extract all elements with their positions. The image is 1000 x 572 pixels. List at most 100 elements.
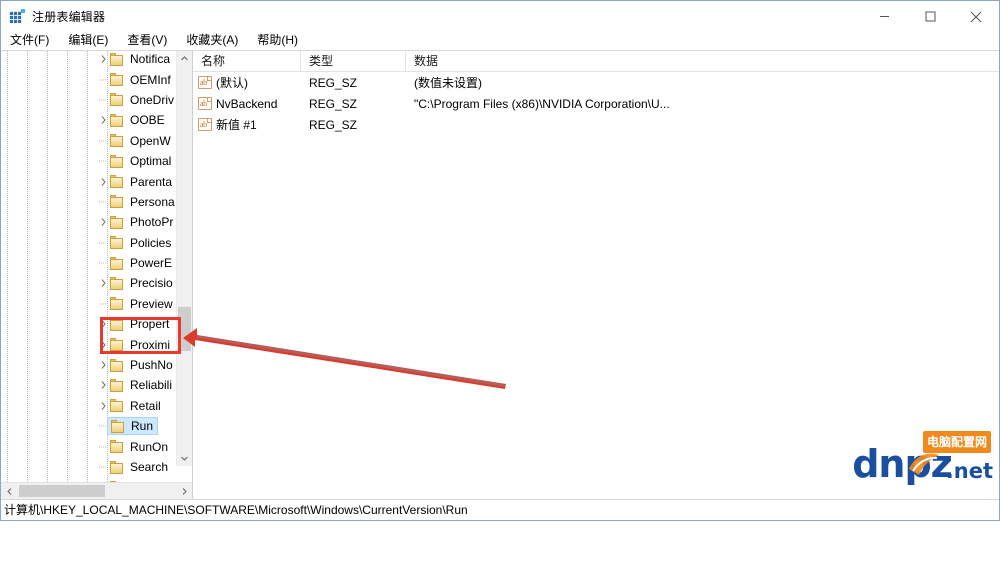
folder-icon — [110, 440, 125, 454]
tree-item-content: PowerE — [107, 255, 176, 271]
chevron-up-icon[interactable] — [177, 51, 192, 66]
tree-item-label: RunOn — [130, 439, 169, 454]
tree-item[interactable]: OOBE — [1, 110, 177, 130]
folder-icon — [110, 52, 125, 66]
table-row[interactable]: ab NvBackend REG_SZ "C:\Program Files (x86)… — [193, 93, 999, 114]
tree-item[interactable]: RunOn — [1, 436, 177, 456]
tree-item[interactable]: Notifica — [1, 51, 177, 69]
chevron-left-icon[interactable] — [1, 483, 17, 499]
tree-item-label: Reliabili — [130, 378, 173, 393]
tree-item-content: RunOn — [107, 439, 172, 455]
menu-file[interactable]: 文件(F) — [10, 33, 49, 47]
column-header-data[interactable]: 数据 — [406, 51, 999, 71]
tree-vertical-scrollbar[interactable] — [176, 51, 192, 466]
status-bar: 计算机\HKEY_LOCAL_MACHINE\SOFTWARE\Microsof… — [1, 499, 999, 520]
tree-item[interactable]: Parenta — [1, 171, 177, 191]
folder-icon — [111, 419, 126, 433]
tree-item[interactable]: Propert — [1, 314, 177, 334]
tree-item-content: PhotoPr — [107, 214, 177, 230]
tree-item-content: Run — [107, 417, 159, 436]
folder-icon — [110, 256, 125, 270]
menu-view[interactable]: 查看(V) — [127, 33, 167, 47]
tree-item[interactable]: OneDriv — [1, 90, 177, 110]
folder-icon — [110, 276, 125, 290]
value-name-cell: ab 新值 #1 — [193, 116, 301, 133]
column-header-name[interactable]: 名称 — [193, 51, 301, 71]
tree-item[interactable]: OEMInf — [1, 69, 177, 89]
tree-item-label: Preview — [130, 296, 173, 311]
value-type: REG_SZ — [309, 75, 358, 90]
tree-item[interactable]: Optimal — [1, 151, 177, 171]
tree-item-label: OpenW — [130, 133, 171, 148]
table-row[interactable]: ab 新值 #1 REG_SZ — [193, 114, 999, 135]
window-controls — [861, 1, 999, 32]
folder-icon — [110, 338, 125, 352]
menu-bar: 文件(F) 编辑(E) 查看(V) 收藏夹(A) 帮助(H) — [1, 33, 999, 50]
tree-item-label: Policies — [130, 235, 172, 250]
table-row[interactable]: ab (默认) REG_SZ (数值未设置) — [193, 72, 999, 93]
tree-viewport[interactable]: Notifica OEMInf OneDriv OOBE OpenW Optimal Par… — [1, 51, 192, 482]
string-value-icon: ab — [198, 118, 212, 131]
status-path: 计算机\HKEY_LOCAL_MACHINE\SOFTWARE\Microsof… — [4, 503, 468, 517]
folder-icon — [110, 113, 125, 127]
tree-item-label: Persona — [130, 194, 175, 209]
tree-item-content: Reliabili — [107, 377, 176, 393]
column-header-type[interactable]: 类型 — [301, 51, 406, 71]
tree-item-label: Run — [131, 419, 154, 434]
folder-icon — [110, 358, 125, 372]
folder-icon — [110, 154, 125, 168]
tree-item-label: Parenta — [130, 174, 173, 189]
tree-hscroll-thumb[interactable] — [19, 485, 105, 497]
tree-item-label: Propert — [130, 317, 170, 332]
folder-icon — [110, 399, 125, 413]
menu-help[interactable]: 帮助(H) — [257, 33, 298, 47]
tree-item-content: OneDriv — [107, 92, 178, 108]
value-name: NvBackend — [216, 96, 278, 111]
tree-scrollbar-thumb[interactable] — [178, 307, 191, 351]
close-button[interactable] — [953, 1, 999, 32]
maximize-button[interactable] — [907, 1, 953, 32]
tree-item[interactable]: Precisio — [1, 273, 177, 293]
chevron-down-icon[interactable] — [177, 451, 192, 466]
tree-item[interactable]: PushNo — [1, 355, 177, 375]
tree-item-label: PhotoPr — [130, 215, 174, 230]
tree-item-content: Notifica — [107, 51, 174, 67]
tree-item-label: OEMInf — [130, 72, 171, 87]
tree-item[interactable]: Proximi — [1, 334, 177, 354]
registry-tree: Notifica OEMInf OneDriv OOBE OpenW Optimal Par… — [1, 51, 177, 482]
menu-favorites[interactable]: 收藏夹(A) — [186, 33, 238, 47]
tree-item[interactable]: Preview — [1, 294, 177, 314]
tree-item[interactable]: Retail — [1, 396, 177, 416]
tree-item[interactable]: PhotoPr — [1, 212, 177, 232]
chevron-right-icon[interactable] — [176, 483, 192, 499]
tree-item[interactable]: Search — [1, 457, 177, 477]
tree-item-content: Proximi — [107, 337, 174, 353]
registry-values-list[interactable]: ab (默认) REG_SZ (数值未设置) ab NvBackend REG_SZ "C:\… — [193, 72, 999, 499]
folder-icon — [110, 195, 125, 209]
tree-item[interactable]: PowerE — [1, 253, 177, 273]
value-data: "C:\Program Files (x86)\NVIDIA Corporati… — [414, 96, 670, 111]
tree-item[interactable]: Policies — [1, 233, 177, 253]
value-name: (默认) — [216, 76, 248, 90]
tree-horizontal-scrollbar[interactable] — [1, 482, 192, 499]
registry-values-pane: 名称 类型 数据 ab (默认) REG_SZ (数值未设置) ab NvBackend R… — [193, 51, 999, 499]
tree-item-label: Proximi — [130, 337, 171, 352]
folder-icon — [110, 378, 125, 392]
string-value-icon: ab — [198, 97, 212, 110]
tree-hscroll-track[interactable] — [17, 483, 176, 499]
folder-icon — [110, 317, 125, 331]
list-column-headers: 名称 类型 数据 — [193, 51, 999, 72]
minimize-button[interactable] — [861, 1, 907, 32]
registry-tree-pane: Notifica OEMInf OneDriv OOBE OpenW Optimal Par… — [1, 51, 193, 499]
value-type: REG_SZ — [309, 117, 358, 132]
tree-item[interactable]: OpenW — [1, 131, 177, 151]
tree-item[interactable]: Reliabili — [1, 375, 177, 395]
tree-item[interactable]: Run — [1, 416, 177, 436]
tree-item-label: Search — [130, 460, 169, 474]
value-name-cell: ab NvBackend — [193, 97, 301, 111]
tree-item-label: OneDriv — [130, 92, 175, 107]
tree-item-label: Retail — [130, 398, 161, 413]
tree-item-content: OpenW — [107, 133, 175, 149]
tree-item[interactable]: Persona — [1, 192, 177, 212]
menu-edit[interactable]: 编辑(E) — [68, 33, 108, 47]
